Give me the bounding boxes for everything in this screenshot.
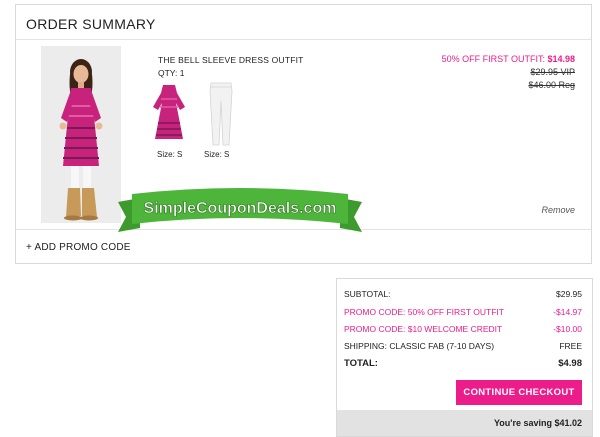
promo-first-outfit-row: PROMO CODE: 50% OFF FIRST OUTFIT -$14.97: [344, 307, 582, 317]
promo-welcome-credit-label: PROMO CODE: $10 WELCOME CREDIT: [344, 324, 503, 334]
subtotal-label: SUBTOTAL:: [344, 289, 391, 299]
shipping-label: SHIPPING: CLASSIC FAB (7-10 DAYS): [344, 341, 495, 351]
order-totals-card: SUBTOTAL: $29.95 PROMO CODE: 50% OFF FIR…: [336, 278, 593, 437]
continue-checkout-button[interactable]: CONTINUE CHECKOUT: [456, 380, 582, 405]
promo-price-label: 50% OFF FIRST OUTFIT:: [441, 54, 545, 64]
banner-text: SimpleCouponDeals.com: [144, 200, 337, 217]
leggings-size: Size: S: [204, 150, 230, 159]
savings-bar: You're saving $41.02: [337, 410, 592, 436]
promo-welcome-credit-row: PROMO CODE: $10 WELCOME CREDIT -$10.00: [344, 324, 582, 334]
dress-thumbnail: [147, 83, 191, 149]
shipping-value: FREE: [559, 341, 582, 351]
product-quantity: QTY: 1: [158, 68, 185, 78]
promo-first-outfit-value: -$14.97: [553, 307, 582, 317]
subtotal-row: SUBTOTAL: $29.95: [344, 289, 582, 299]
total-value: $4.98: [558, 358, 582, 369]
remove-link[interactable]: Remove: [541, 205, 575, 215]
promo-price: 50% OFF FIRST OUTFIT: $14.98: [442, 54, 575, 64]
dress-size: Size: S: [157, 150, 183, 159]
promo-first-outfit-label: PROMO CODE: 50% OFF FIRST OUTFIT: [344, 307, 504, 317]
regular-price: $46.00 Reg: [528, 80, 575, 90]
total-label: TOTAL:: [344, 358, 378, 369]
grand-total-row: TOTAL: $4.98: [344, 358, 582, 369]
promo-welcome-credit-value: -$10.00: [553, 324, 582, 334]
watermark-banner: SimpleCouponDeals.com: [100, 184, 380, 244]
white-leggings-icon: [209, 82, 233, 146]
order-summary-title: ORDER SUMMARY: [16, 5, 591, 40]
shipping-row: SHIPPING: CLASSIC FAB (7-10 DAYS) FREE: [344, 341, 582, 351]
subtotal-value: $29.95: [556, 289, 582, 299]
leggings-thumbnail: [199, 81, 243, 147]
pink-dress-icon: [153, 85, 185, 139]
promo-price-value: $14.98: [547, 54, 575, 64]
vip-price: $29.95 VIP: [530, 67, 575, 77]
product-name[interactable]: THE BELL SLEEVE DRESS OUTFIT: [158, 55, 304, 65]
